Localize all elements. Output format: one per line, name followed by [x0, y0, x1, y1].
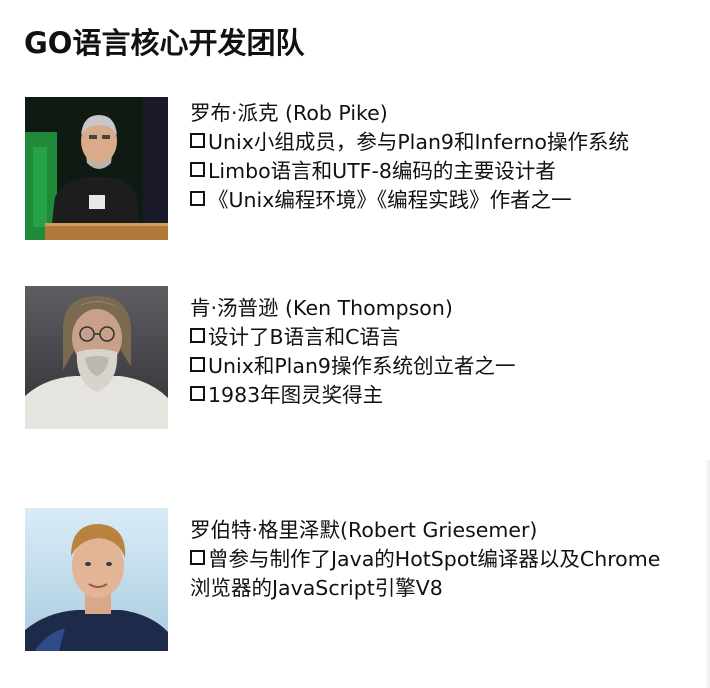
list-item: Unix小组成员，参与Plan9和Inferno操作系统 — [190, 128, 705, 157]
checkbox-icon — [190, 133, 205, 148]
checkbox-icon — [190, 550, 205, 565]
ken-thompson-info: 肯·汤普逊 (Ken Thompson) 设计了B语言和C语言 Unix和Pla… — [190, 294, 705, 410]
list-item: 1983年图灵奖得主 — [190, 381, 705, 410]
list-item: 曾参与制作了Java的HotSpot编译器以及Chrome浏览器的JavaScr… — [190, 547, 661, 600]
ken-thompson-photo — [25, 286, 168, 429]
checkbox-icon — [190, 191, 205, 206]
rob-pike-info: 罗布·派克 (Rob Pike) Unix小组成员，参与Plan9和Infern… — [190, 99, 705, 215]
list-item: Unix和Plan9操作系统创立者之一 — [190, 352, 705, 381]
rob-pike-photo — [25, 97, 168, 240]
robert-griesemer-info: 罗伯特·格里泽默(Robert Griesemer) 曾参与制作了Java的Ho… — [190, 516, 705, 603]
page-edge-shadow — [704, 460, 710, 688]
member-name: 肯·汤普逊 (Ken Thompson) — [190, 296, 453, 320]
checkbox-icon — [190, 328, 205, 343]
list-item: 设计了B语言和C语言 — [190, 323, 705, 352]
robert-griesemer-photo — [25, 508, 168, 651]
list-item: Limbo语言和UTF-8编码的主要设计者 — [190, 157, 705, 186]
page-title: GO语言核心开发团队 — [24, 26, 305, 60]
member-name: 罗伯特·格里泽默(Robert Griesemer) — [190, 518, 538, 542]
checkbox-icon — [190, 357, 205, 372]
list-item: 《Unix编程环境》《编程实践》作者之一 — [190, 186, 705, 215]
checkbox-icon — [190, 162, 205, 177]
checkbox-icon — [190, 386, 205, 401]
member-name: 罗布·派克 (Rob Pike) — [190, 101, 388, 125]
